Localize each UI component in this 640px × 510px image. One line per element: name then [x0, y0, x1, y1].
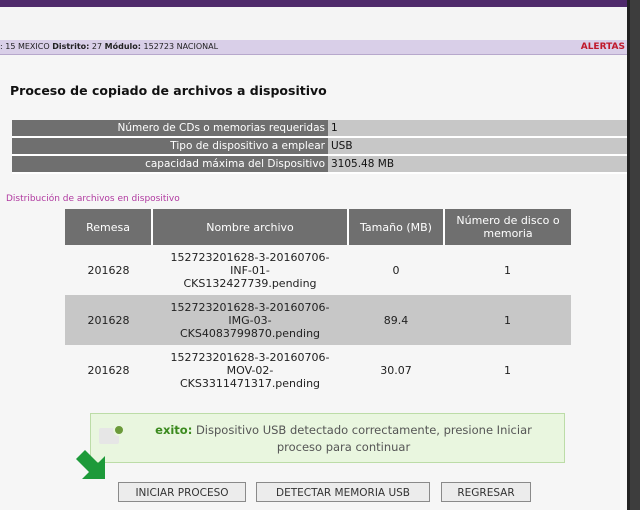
cell-nombre: 152723201628-3-20160706- MOV-02- CKS3311… — [152, 345, 348, 395]
cell-disco: 1 — [504, 363, 511, 377]
col-disco: Número de disco o memoria — [444, 209, 571, 245]
table-row: 201628 152723201628-3-20160706- INF-01- … — [65, 245, 571, 295]
detectar-memoria-usb-button[interactable]: DETECTAR MEMORIA USB — [256, 482, 430, 502]
col-tamano: Tamaño (MB) — [348, 209, 445, 245]
cell-tamano: 0 — [392, 263, 400, 277]
nombre-line: CKS4083799870.pending — [179, 326, 321, 340]
nombre-line: 152723201628-3-20160706- — [170, 300, 330, 314]
header-strip — [0, 7, 627, 41]
info-label: Número de CDs o memorias requeridas — [12, 120, 328, 138]
nombre-line: 152723201628-3-20160706- — [170, 250, 330, 264]
nombre-line: CKS3311471317.pending — [179, 376, 321, 390]
cell-remesa: 201628 — [87, 363, 130, 377]
info-row-capacidad: capacidad máxima del Dispositivo 3105.48… — [12, 155, 627, 174]
cell-nombre: 152723201628-3-20160706- INF-01- CKS1324… — [152, 245, 348, 295]
location-info-bar: : 15 MEXICO Distrito: 27 Módulo: 152723 … — [0, 40, 627, 55]
status-dot-icon — [113, 424, 125, 436]
nombre-line: IMG-03- — [228, 313, 272, 327]
alertas-link[interactable]: ALERTAS — [581, 40, 625, 54]
iniciar-proceso-button[interactable]: INICIAR PROCESO — [118, 482, 246, 502]
cell-tamano: 30.07 — [380, 363, 412, 377]
cell-remesa: 201628 — [65, 295, 152, 345]
info-label: Tipo de dispositivo a emplear — [12, 137, 328, 156]
distrito-label: Distrito: — [52, 42, 90, 51]
nombre-line: 152723201628-3-20160706- — [170, 350, 330, 364]
table-row: 201628 152723201628-3-20160706- MOV-02- … — [65, 345, 571, 395]
success-message: exito: Dispositivo USB detectado correct… — [131, 422, 556, 456]
nombre-line: MOV-02- — [226, 363, 274, 377]
info-value: 3105.48 MB — [328, 155, 627, 174]
success-message-box: exito: Dispositivo USB detectado correct… — [90, 413, 565, 463]
success-text: Dispositivo USB detectado correctamente,… — [195, 423, 532, 454]
info-label: capacidad máxima del Dispositivo — [12, 155, 328, 174]
nombre-line: CKS132427739.pending — [183, 276, 317, 290]
col-remesa: Remesa — [65, 209, 153, 245]
page-title: Proceso de copiado de archivos a disposi… — [10, 83, 327, 98]
col-nombre: Nombre archivo — [152, 209, 349, 245]
app-window: : 15 MEXICO Distrito: 27 Módulo: 152723 … — [0, 0, 630, 510]
info-row-tipo: Tipo de dispositivo a emplear USB — [12, 137, 627, 156]
cell-nombre: 152723201628-3-20160706- IMG-03- CKS4083… — [152, 295, 348, 345]
device-info-table: Número de CDs o memorias requeridas 1 Ti… — [12, 120, 627, 174]
cell-disco: 1 — [444, 295, 571, 345]
regresar-button[interactable]: REGRESAR — [441, 482, 531, 502]
files-table: Remesa Nombre archivo Tamaño (MB) Número… — [65, 209, 571, 395]
distribution-title: Distribución de archivos en dispositivo — [6, 194, 180, 204]
modulo-label: Módulo: — [104, 42, 141, 51]
distrito-value: 27 — [91, 42, 103, 51]
table-row: 201628 152723201628-3-20160706- IMG-03- … — [65, 295, 571, 345]
info-value: 1 — [328, 120, 627, 138]
modulo-value: 152723 NACIONAL — [143, 42, 219, 51]
table-header-row: Remesa Nombre archivo Tamaño (MB) Número… — [65, 209, 571, 245]
top-header-bar — [0, 0, 627, 7]
info-value: USB — [328, 137, 627, 156]
nombre-line: INF-01- — [230, 263, 270, 277]
pointer-arrow-icon — [76, 450, 105, 479]
entidad-value: : 15 MEXICO — [0, 42, 50, 51]
cell-disco: 1 — [504, 263, 511, 277]
cell-remesa: 201628 — [87, 263, 130, 277]
cell-tamano: 89.4 — [348, 295, 444, 345]
success-label: exito: — [155, 423, 193, 437]
info-row-cds: Número de CDs o memorias requeridas 1 — [12, 120, 627, 138]
